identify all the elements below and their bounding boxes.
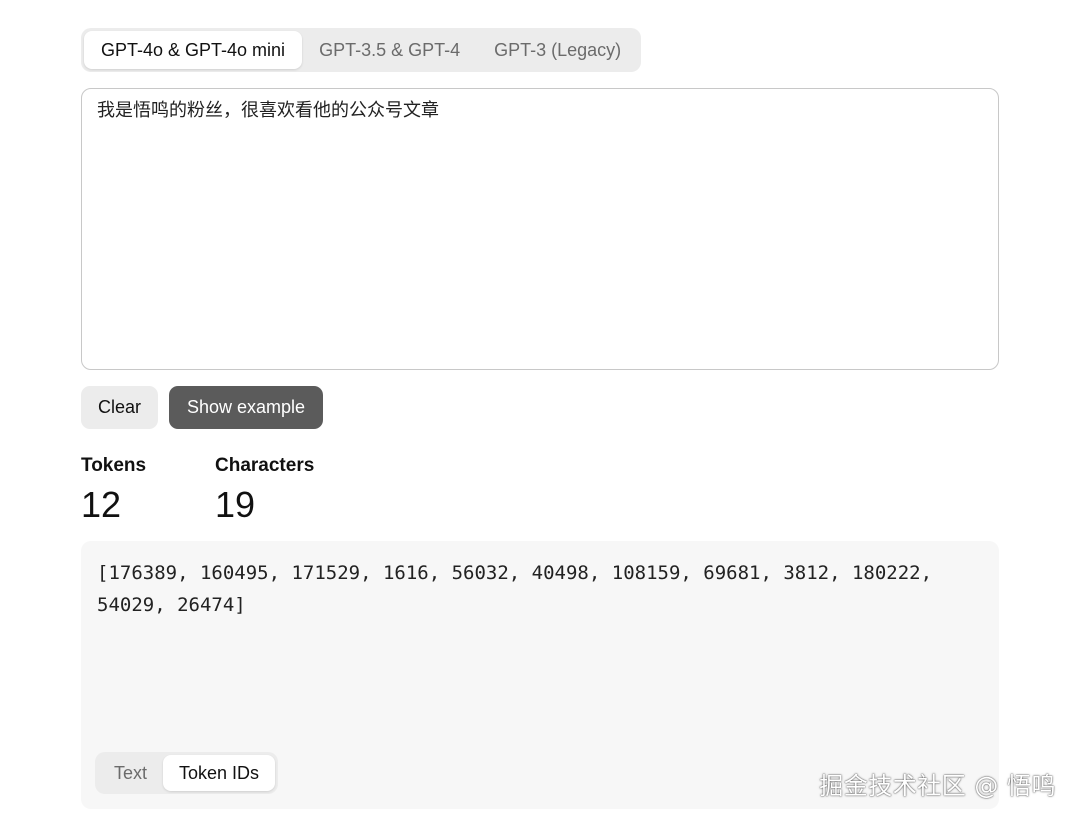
characters-count: 19 bbox=[215, 484, 256, 525]
token-ids-output: [176389, 160495, 171529, 1616, 56032, 40… bbox=[97, 562, 933, 616]
tokens-label: Tokens bbox=[81, 455, 147, 476]
model-selector: GPT-4o & GPT-4o mini GPT-3.5 & GPT-4 GPT… bbox=[81, 28, 642, 72]
text-input[interactable]: 我是悟鸣的粉丝，很喜欢看他的公众号文章 bbox=[81, 88, 999, 370]
tokenizer-page: GPT-4o & GPT-4o mini GPT-3.5 & GPT-4 GPT… bbox=[0, 0, 1080, 820]
tab-gpt-3-5-gpt-4[interactable]: GPT-3.5 & GPT-4 bbox=[302, 31, 477, 69]
tab-token-ids-view[interactable]: Token IDs bbox=[163, 755, 276, 791]
output-view-selector: Text Token IDs bbox=[95, 752, 279, 794]
tab-gpt-4o[interactable]: GPT-4o & GPT-4o mini bbox=[84, 31, 303, 69]
show-example-button[interactable]: Show example bbox=[169, 386, 323, 429]
tab-text-view[interactable]: Text bbox=[98, 755, 163, 791]
characters-stat: Characters 19 bbox=[215, 455, 314, 525]
watermark: 掘金技术社区 @ 悟鸣 bbox=[819, 772, 1056, 800]
tokens-stat: Tokens 12 bbox=[81, 455, 146, 525]
tokens-count: 12 bbox=[81, 484, 122, 525]
clear-button[interactable]: Clear bbox=[81, 386, 158, 429]
characters-label: Characters bbox=[215, 455, 315, 476]
tab-gpt-3-legacy[interactable]: GPT-3 (Legacy) bbox=[477, 31, 638, 69]
